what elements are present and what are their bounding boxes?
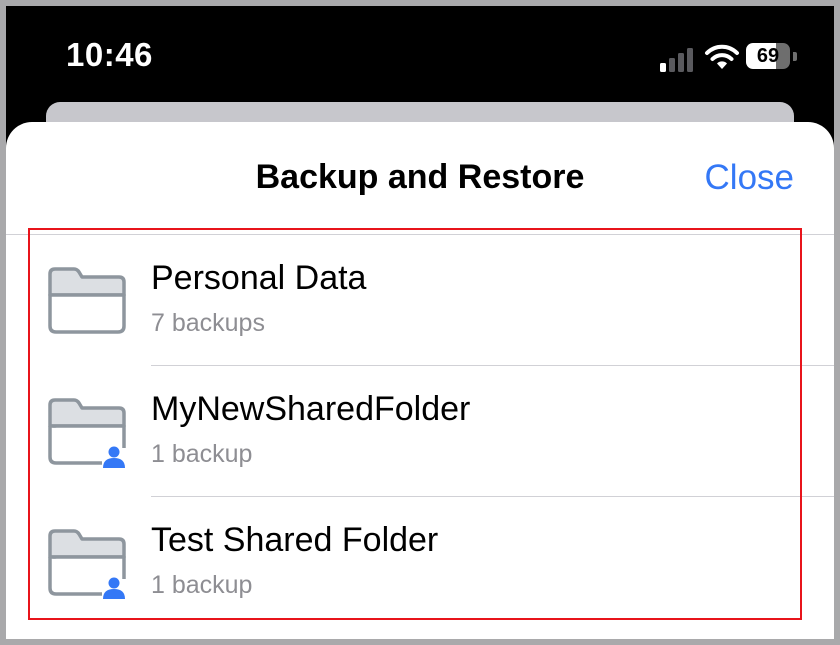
backup-count: 7 backups <box>151 309 265 337</box>
folder-name: Personal Data <box>151 259 367 297</box>
status-bar: 10:46 69 <box>6 6 834 106</box>
folder-name: Test Shared Folder <box>151 521 439 559</box>
backup-count: 1 backup <box>151 440 253 468</box>
backup-count: 1 backup <box>151 571 253 599</box>
status-time: 10:46 <box>66 36 153 73</box>
person-icon <box>108 577 120 589</box>
signal-bar <box>669 58 675 72</box>
folder-icon <box>48 267 126 334</box>
battery-level: 69 <box>756 45 780 67</box>
shared-folder-icon <box>48 398 126 468</box>
signal-bar <box>687 48 693 72</box>
battery-icon: 69 <box>746 43 802 71</box>
folder-list: Personal Data 7 backups MyNewSharedFolde… <box>6 235 834 628</box>
person-icon <box>108 446 120 458</box>
sheet-header: Backup and Restore Close <box>6 122 834 234</box>
wifi-icon <box>705 44 739 69</box>
signal-bar <box>678 53 684 72</box>
close-button[interactable]: Close <box>705 158 794 198</box>
shared-folder-icon <box>48 529 126 599</box>
folder-row[interactable]: Test Shared Folder 1 backup <box>6 497 834 628</box>
backup-restore-sheet: Backup and Restore Close Personal Data 7… <box>6 122 834 639</box>
folder-row[interactable]: MyNewSharedFolder 1 backup <box>6 366 834 497</box>
phone-screen: 10:46 69 Backup and Restore Close Person… <box>6 6 834 639</box>
folder-name: MyNewSharedFolder <box>151 390 471 428</box>
signal-bar <box>660 63 666 72</box>
folder-row[interactable]: Personal Data 7 backups <box>6 235 834 366</box>
cellular-signal-icon <box>660 46 700 72</box>
